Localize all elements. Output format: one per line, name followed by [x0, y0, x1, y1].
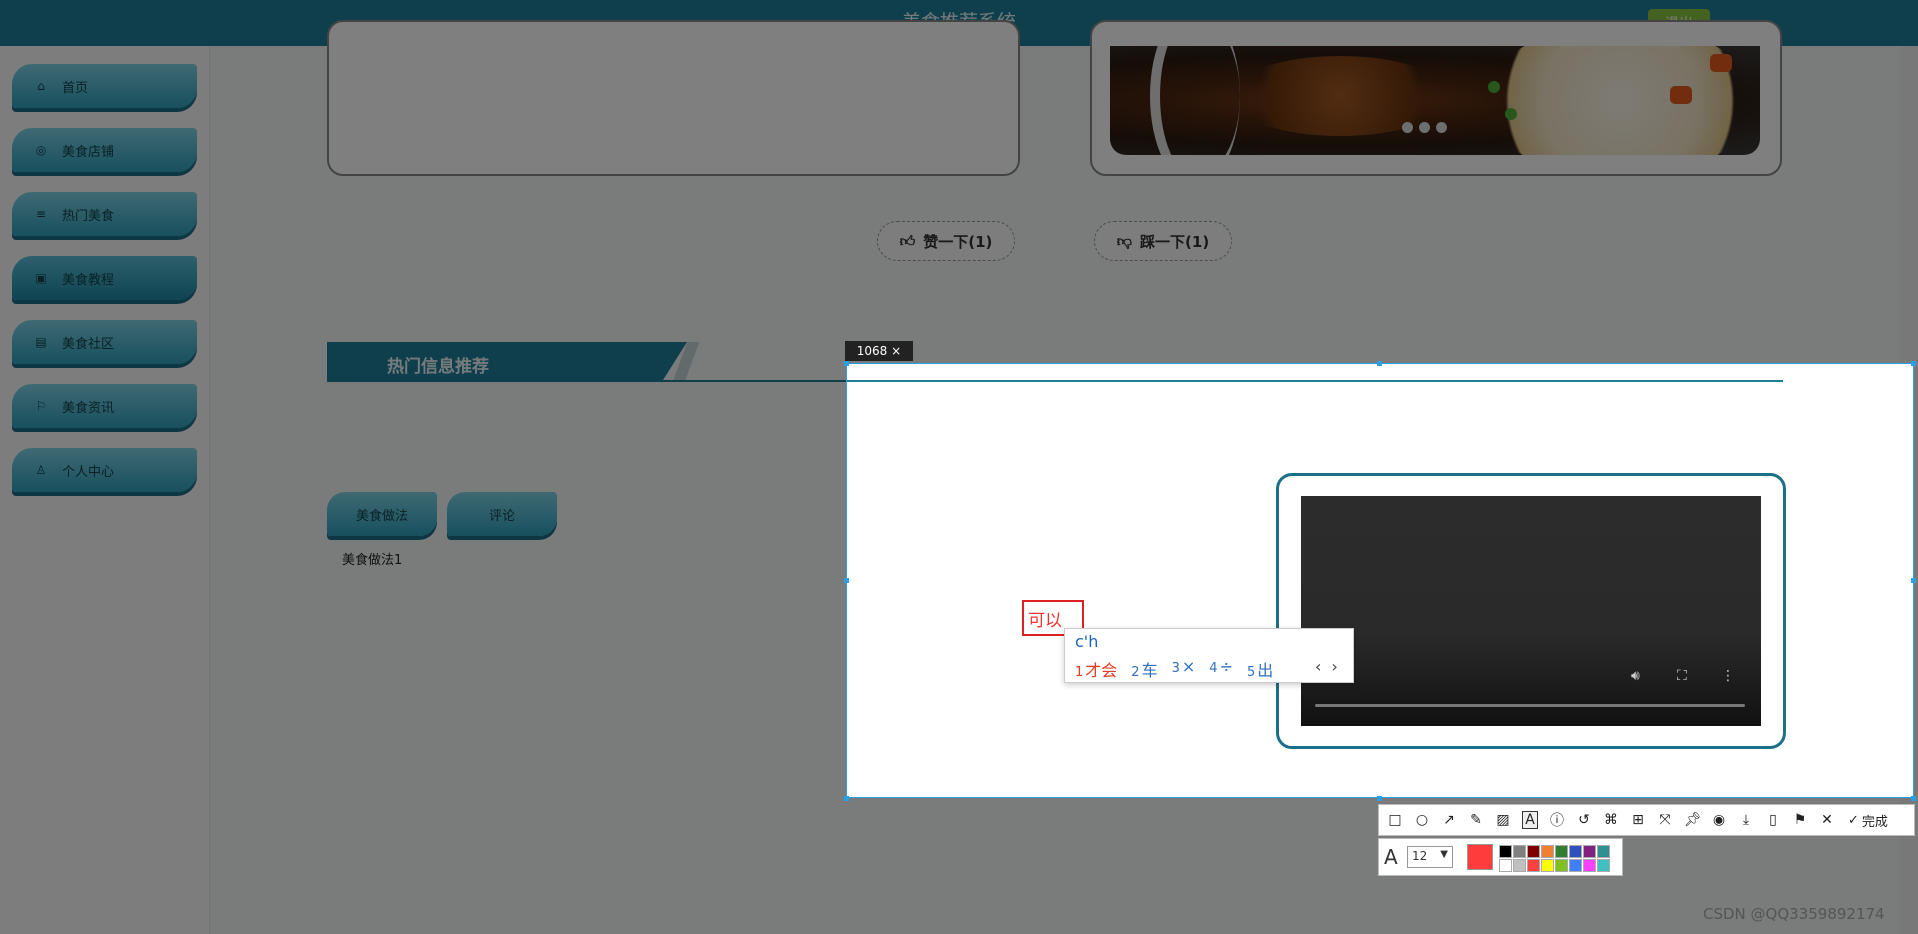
download-icon[interactable]: ⤓ [1738, 812, 1754, 828]
close-icon[interactable]: ✕ [1819, 812, 1835, 828]
ellipse-icon[interactable]: ○ [1414, 812, 1430, 828]
selection-size-label: 1068 × 435 [845, 341, 913, 378]
video-player[interactable]: 0:00 🔊︎ ⛶ ⋮ [1301, 496, 1761, 726]
current-color-swatch[interactable] [1467, 844, 1493, 870]
pin-icon[interactable]: 📌︎ [1684, 812, 1702, 828]
color-swatch[interactable] [1555, 845, 1568, 858]
text-properties-panel: A 12 ▼ [1378, 838, 1623, 876]
resize-handle[interactable] [1377, 361, 1382, 366]
resize-handle[interactable] [844, 361, 849, 366]
color-swatch[interactable] [1499, 859, 1512, 872]
font-icon: A [1384, 845, 1398, 869]
bookmark-icon[interactable]: ⚑ [1792, 812, 1808, 828]
resize-handle[interactable] [844, 578, 849, 583]
ime-candidate[interactable]: 3 × [1172, 657, 1196, 681]
color-swatch[interactable] [1541, 845, 1554, 858]
video-card: 0:00 🔊︎ ⛶ ⋮ [1276, 473, 1786, 749]
color-swatch[interactable] [1513, 859, 1526, 872]
capture-selection[interactable]: 0:00 🔊︎ ⛶ ⋮ [846, 363, 1914, 798]
pencil-icon[interactable]: ✎ [1468, 812, 1484, 828]
done-button[interactable]: ✓ 完成 [1848, 811, 1888, 830]
numbering-icon[interactable]: ⓘ [1549, 810, 1565, 830]
chevron-down-icon: ▼ [1440, 849, 1448, 860]
annotation-toolbar: □ ○ ↗ ✎ ▨ A ⓘ ↺ ⌘ ⊞ ⤧ 📌︎ ◉ ⤓ ▯ ⚑ ✕ ✓ 完成 [1378, 804, 1915, 836]
color-swatch[interactable] [1541, 859, 1554, 872]
undo-icon[interactable]: ↺ [1576, 812, 1592, 828]
font-size-select[interactable]: 12 ▼ [1407, 846, 1453, 868]
text-tool-icon[interactable]: A [1522, 811, 1538, 829]
ime-candidates: 1 才会 2车 3 × 4 ÷ 5出 [1075, 657, 1273, 681]
ocr-icon[interactable]: ⌘ [1603, 812, 1619, 828]
ime-candidate-window: c'h 1 才会 2车 3 × 4 ÷ 5出 ‹› [1064, 628, 1354, 683]
color-swatch[interactable] [1513, 845, 1526, 858]
rectangle-icon[interactable]: □ [1387, 812, 1403, 828]
record-icon[interactable]: ◉ [1711, 812, 1727, 828]
watermark: CSDN @QQ3359892174 [1703, 905, 1885, 923]
ime-candidate[interactable]: 5出 [1247, 657, 1273, 681]
color-palette [1499, 845, 1610, 872]
color-swatch[interactable] [1527, 845, 1540, 858]
color-swatch[interactable] [1569, 859, 1582, 872]
ime-page-arrows[interactable]: ‹› [1315, 657, 1348, 676]
color-swatch[interactable] [1555, 859, 1568, 872]
arrow-icon[interactable]: ↗ [1441, 812, 1457, 828]
resize-handle[interactable] [844, 796, 849, 801]
color-swatch[interactable] [1569, 845, 1582, 858]
mouse-cursor-icon [1024, 606, 1031, 620]
volume-icon[interactable]: 🔊︎ [1631, 668, 1640, 684]
long-screenshot-icon[interactable]: ⤧ [1657, 812, 1673, 828]
resize-handle[interactable] [1911, 578, 1916, 583]
ime-candidate[interactable]: 4 ÷ [1209, 657, 1233, 681]
resize-handle[interactable] [1911, 361, 1916, 366]
color-swatch[interactable] [1527, 859, 1540, 872]
fullscreen-icon[interactable]: ⛶ [1677, 668, 1687, 684]
resize-handle[interactable] [1911, 796, 1916, 801]
resize-handle[interactable] [1377, 796, 1382, 801]
ime-candidate[interactable]: 1 才会 [1075, 657, 1117, 681]
color-swatch[interactable] [1499, 845, 1512, 858]
color-swatch[interactable] [1597, 845, 1610, 858]
more-options-icon[interactable]: ⋮ [1721, 668, 1735, 684]
translate-icon[interactable]: ⊞ [1630, 812, 1646, 828]
mosaic-icon[interactable]: ▨ [1495, 812, 1511, 828]
check-icon: ✓ [1848, 812, 1859, 828]
ime-input: c'h [1075, 632, 1099, 651]
color-swatch[interactable] [1583, 859, 1596, 872]
ime-candidate[interactable]: 2车 [1131, 657, 1157, 681]
video-progress[interactable] [1315, 704, 1745, 707]
color-swatch[interactable] [1597, 859, 1610, 872]
color-swatch[interactable] [1583, 845, 1596, 858]
phone-icon[interactable]: ▯ [1765, 812, 1781, 828]
